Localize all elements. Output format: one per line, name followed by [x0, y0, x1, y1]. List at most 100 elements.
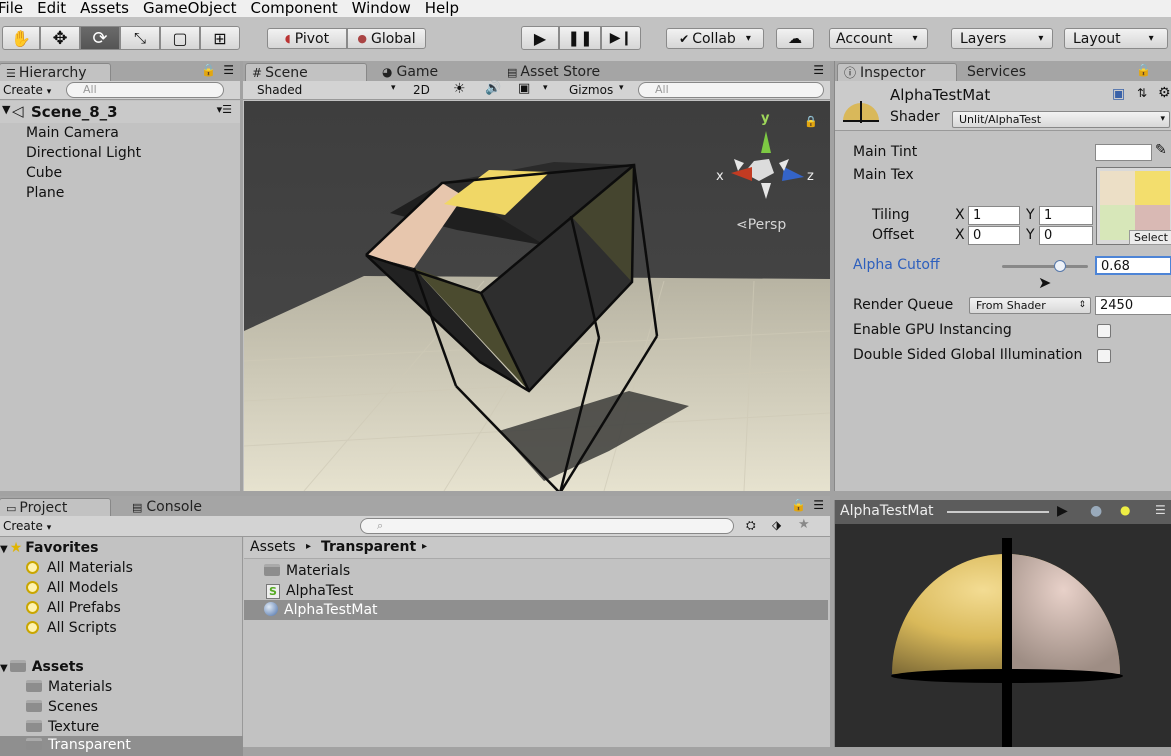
tab-game[interactable]: ◕ Game	[376, 63, 438, 82]
hierarchy-item-main-camera[interactable]: Main Camera	[26, 124, 119, 142]
hierarchy-create-dropdown[interactable]: Create ▾	[3, 83, 51, 97]
rect-tool-button[interactable]: ▢	[160, 26, 200, 50]
offset-y-field[interactable]: 0	[1039, 226, 1093, 245]
tab-asset-store[interactable]: ▤ Asset Store	[501, 63, 600, 82]
tiling-x-field[interactable]: 1	[968, 206, 1020, 225]
collab-dropdown[interactable]: ✔ Collab ▾	[666, 28, 764, 49]
main-tint-color-field[interactable]	[1095, 144, 1152, 161]
breadcrumb-transparent[interactable]: Transparent	[321, 539, 416, 555]
favorites-row[interactable]: ▼ ★ Favorites	[0, 539, 98, 559]
select-texture-button[interactable]: Select	[1129, 230, 1171, 245]
tab-hierarchy[interactable]: ☰ Hierarchy	[0, 63, 111, 82]
layers-dropdown[interactable]: Layers ▾	[951, 28, 1053, 49]
file-item[interactable]: Materials	[264, 562, 350, 580]
favorite-item[interactable]: All Scripts	[26, 619, 117, 637]
shader-dropdown[interactable]: Unlit/AlphaTest ▾	[952, 111, 1170, 128]
asset-folder-item-selected[interactable]: Transparent	[0, 736, 243, 756]
2d-toggle[interactable]: 2D	[413, 83, 430, 97]
project-search-input[interactable]: ⌕	[360, 518, 734, 534]
play-icon[interactable]: ▶	[1057, 503, 1068, 519]
account-dropdown[interactable]: Account ▾	[829, 28, 928, 49]
gear-icon[interactable]: ⚙	[1158, 85, 1171, 101]
tab-console[interactable]: ▤ Console	[126, 498, 202, 517]
menu-file[interactable]: File	[0, 0, 23, 17]
star-icon[interactable]: ★	[798, 517, 810, 532]
tab-scene[interactable]: # Scene	[245, 63, 367, 82]
alpha-cutoff-slider[interactable]	[1002, 260, 1088, 272]
layout-dropdown[interactable]: Layout ▾	[1064, 28, 1168, 49]
panel-menu-icon[interactable]: ☰	[813, 498, 824, 512]
pause-button[interactable]: ❚❚	[559, 26, 601, 50]
lock-icon[interactable]: 🔒	[804, 115, 818, 128]
hierarchy-item-cube[interactable]: Cube	[26, 164, 62, 182]
hierarchy-item-directional-light[interactable]: Directional Light	[26, 144, 141, 162]
panel-menu-icon[interactable]: ☰	[223, 63, 234, 77]
step-button[interactable]: ▶❙	[601, 26, 641, 50]
lock-icon[interactable]: 🔒	[201, 63, 216, 77]
panel-menu-icon[interactable]: ☰	[813, 63, 824, 77]
scene-row[interactable]: ▼ ◁ Scene_8_3 ▾☰	[0, 101, 240, 123]
sphere-icon[interactable]: ●	[1090, 503, 1102, 519]
filter-type-icon[interactable]: ⛭	[746, 518, 756, 533]
project-create-dropdown[interactable]: Create ▾	[3, 519, 51, 533]
favorite-item[interactable]: All Materials	[26, 559, 133, 577]
play-button[interactable]: ▶	[521, 26, 559, 50]
global-toggle[interactable]: ● Global	[347, 28, 426, 49]
file-item[interactable]: S AlphaTest	[266, 582, 353, 600]
render-queue-value-field[interactable]: 2450	[1095, 296, 1171, 315]
tab-inspector[interactable]: ⓘ Inspector	[837, 63, 957, 82]
alpha-cutoff-value-field[interactable]: 0.68	[1095, 256, 1171, 275]
menu-help[interactable]: Help	[425, 0, 459, 17]
offset-x-field[interactable]: 0	[968, 226, 1020, 245]
breadcrumb-assets[interactable]: Assets	[250, 539, 296, 555]
transform-tool-button[interactable]: ⊞	[200, 26, 240, 50]
scene-search-input[interactable]: All	[638, 82, 824, 98]
menu-gameobject[interactable]: GameObject	[143, 0, 237, 17]
preset-icon[interactable]: ⇅	[1137, 86, 1147, 100]
move-tool-button[interactable]: ✥	[40, 26, 80, 50]
file-item-selected[interactable]: AlphaTestMat	[244, 600, 828, 620]
tab-services[interactable]: Services	[961, 63, 1026, 82]
pivot-toggle[interactable]: ◖ Pivot	[267, 28, 347, 49]
tab-project[interactable]: ▭ Project	[0, 498, 111, 517]
menu-window[interactable]: Window	[352, 0, 411, 17]
favorite-item[interactable]: All Prefabs	[26, 599, 121, 617]
expand-arrow-icon[interactable]: ▼	[2, 103, 10, 116]
persp-toggle[interactable]: ⋖Persp	[736, 217, 786, 233]
asset-folder-item[interactable]: Texture	[26, 718, 99, 736]
cloud-button[interactable]: ☁	[776, 28, 814, 49]
menu-component[interactable]: Component	[251, 0, 338, 17]
gizmos-dropdown[interactable]: Gizmos	[569, 83, 613, 97]
asset-folder-item[interactable]: Materials	[26, 678, 112, 696]
slider-thumb[interactable]	[1054, 260, 1067, 272]
asset-folder-item[interactable]: Scenes	[26, 698, 98, 716]
preview-drag-handle[interactable]	[947, 511, 1049, 513]
audio-icon[interactable]: 🔊	[485, 81, 501, 96]
tiling-y-field[interactable]: 1	[1039, 206, 1093, 225]
rotate-tool-button[interactable]: ⟳	[80, 26, 120, 50]
main-tex-slot[interactable]: Select	[1096, 167, 1171, 245]
hierarchy-item-plane[interactable]: Plane	[26, 184, 64, 202]
filter-label-icon[interactable]: ⬗	[772, 518, 781, 532]
menu-edit[interactable]: Edit	[37, 0, 66, 17]
image-effects-icon[interactable]: ▣	[518, 81, 530, 96]
favorite-item[interactable]: All Models	[26, 579, 118, 597]
scene-viewport[interactable]: y x z 🔒 ⋖Persp	[244, 101, 830, 491]
assets-row[interactable]: ▼ Assets	[0, 658, 84, 678]
help-book-icon[interactable]: ▣	[1112, 86, 1125, 102]
render-queue-dropdown[interactable]: From Shader ⇕	[969, 297, 1091, 314]
shading-mode-dropdown[interactable]: Shaded	[257, 83, 302, 97]
sun-icon[interactable]: ☀	[453, 81, 466, 97]
double-sided-gi-checkbox[interactable]	[1097, 349, 1111, 363]
lock-icon[interactable]: 🔒	[1136, 63, 1151, 77]
scale-tool-button[interactable]: ⤡	[120, 26, 160, 50]
hand-tool-button[interactable]: ✋	[2, 26, 40, 50]
hierarchy-search-input[interactable]: All	[66, 82, 224, 98]
menu-assets[interactable]: Assets	[80, 0, 129, 17]
lights-icon[interactable]: ●	[1120, 503, 1130, 517]
gpu-instancing-checkbox[interactable]	[1097, 324, 1111, 338]
lock-icon[interactable]: 🔒	[791, 498, 806, 512]
eyedropper-icon[interactable]: ✎	[1155, 142, 1167, 158]
scene-menu-icon[interactable]: ▾☰	[217, 103, 232, 116]
panel-menu-icon[interactable]: ☰	[1155, 503, 1166, 517]
